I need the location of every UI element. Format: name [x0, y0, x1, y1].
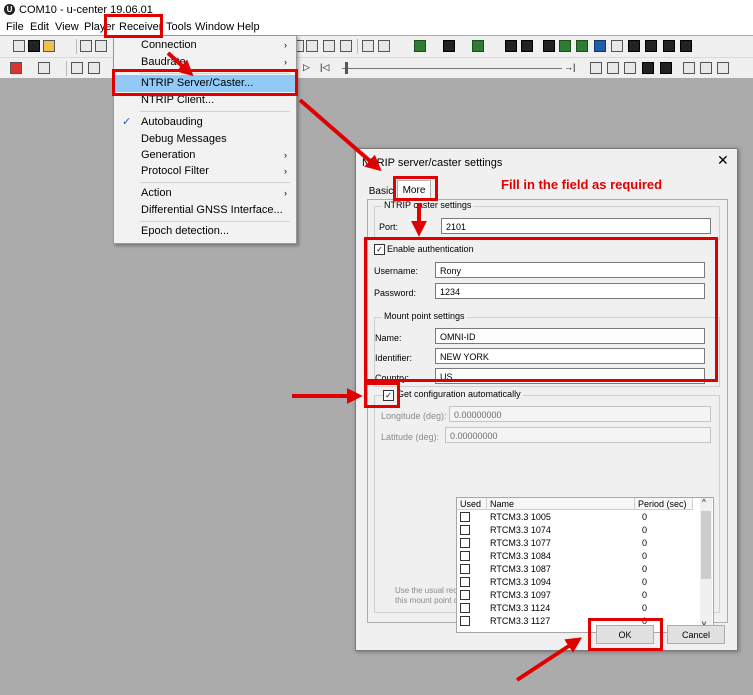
- arrow-to-ok-button: [515, 637, 583, 682]
- arrow-to-more-tab: [298, 98, 382, 172]
- annotation-arrows: [166, 51, 583, 682]
- arrow-to-ntrip-item: [166, 51, 194, 77]
